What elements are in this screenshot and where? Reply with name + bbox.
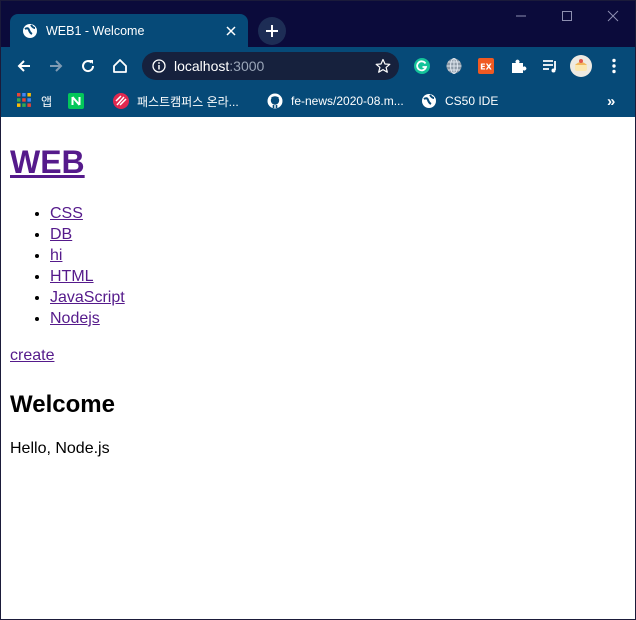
close-tab-icon[interactable] — [224, 24, 238, 38]
create-link[interactable]: create — [10, 347, 54, 365]
new-tab-button[interactable] — [258, 17, 286, 45]
list-item: DB — [50, 224, 125, 245]
ex-extension-icon[interactable]: EX — [475, 55, 497, 77]
topic-link-nodejs[interactable]: Nodejs — [50, 310, 100, 327]
topic-link-hi[interactable]: hi — [50, 247, 62, 264]
apps-grid-icon — [17, 93, 33, 109]
tab-title: WEB1 - Welcome — [46, 23, 145, 38]
home-link[interactable]: WEB — [10, 144, 85, 180]
puzzle-icon[interactable] — [507, 55, 529, 77]
arrow-right-icon — [48, 58, 64, 74]
bookmark-fastcampus[interactable]: 패스트캠퍼스 온라... — [113, 90, 239, 112]
maximize-icon — [561, 10, 573, 22]
grammarly-icon[interactable] — [411, 55, 433, 77]
list-item: HTML — [50, 266, 125, 287]
page-content: WEB CSS DB hi HTML JavaScript Nodejs cre… — [1, 117, 635, 619]
page-title: WEB — [10, 143, 85, 181]
topic-list: CSS DB hi HTML JavaScript Nodejs — [10, 203, 125, 329]
close-window-button[interactable] — [590, 1, 635, 31]
minimize-icon — [515, 10, 527, 22]
globe-extension-icon[interactable] — [443, 55, 465, 77]
bookmark-naver[interactable] — [68, 90, 92, 112]
home-button[interactable] — [106, 52, 134, 80]
more-menu-icon[interactable] — [603, 55, 625, 77]
media-control-icon[interactable] — [539, 55, 561, 77]
globe-icon — [421, 93, 437, 109]
bookmark-apps[interactable]: 앱 — [17, 90, 52, 112]
close-icon — [607, 10, 619, 22]
tab-strip: WEB1 - Welcome — [1, 1, 635, 47]
topic-link-javascript[interactable]: JavaScript — [50, 289, 125, 306]
bookmarks-overflow-button[interactable]: » — [607, 90, 615, 112]
list-item: JavaScript — [50, 287, 125, 308]
browser-window: WEB1 - Welcome localhost:3000 EX 앱 패스트캠… — [0, 0, 636, 620]
back-button[interactable] — [10, 52, 38, 80]
list-item: hi — [50, 245, 125, 266]
bookmark-fe-news[interactable]: fe-news/2020-08.m... — [267, 90, 404, 112]
bookmark-label: CS50 IDE — [445, 94, 499, 108]
plus-icon — [265, 24, 279, 38]
bookmark-label: 앱 — [41, 94, 53, 109]
naver-icon — [68, 93, 84, 109]
reload-button[interactable] — [74, 52, 102, 80]
fastcampus-icon — [113, 93, 129, 109]
topic-link-db[interactable]: DB — [50, 226, 72, 243]
section-heading: Welcome — [10, 391, 115, 418]
site-info-icon[interactable] — [152, 59, 166, 73]
minimize-button[interactable] — [498, 1, 544, 31]
home-icon — [112, 58, 128, 74]
bookmark-label: fe-news/2020-08.m... — [291, 94, 404, 108]
maximize-button[interactable] — [544, 1, 590, 31]
bookmark-label: 패스트캠퍼스 온라... — [137, 94, 239, 109]
topic-link-css[interactable]: CSS — [50, 205, 83, 222]
profile-avatar[interactable] — [570, 55, 592, 77]
reload-icon — [80, 58, 96, 74]
forward-button[interactable] — [42, 52, 70, 80]
topic-link-html[interactable]: HTML — [50, 268, 94, 285]
star-icon[interactable] — [375, 58, 391, 74]
svg-text:EX: EX — [480, 63, 492, 72]
github-icon — [267, 93, 283, 109]
browser-tab[interactable]: WEB1 - Welcome — [10, 14, 248, 47]
address-bar[interactable]: localhost:3000 — [142, 52, 399, 80]
url-port: :3000 — [229, 58, 265, 74]
list-item: Nodejs — [50, 308, 125, 329]
bookmark-cs50-ide[interactable]: CS50 IDE — [421, 90, 498, 112]
bookmarks-bar: 앱 패스트캠퍼스 온라... fe-news/2020-08.m... CS50… — [1, 85, 635, 117]
url-host: localhost — [174, 58, 230, 74]
arrow-left-icon — [16, 58, 32, 74]
body-text: Hello, Node.js — [10, 440, 110, 457]
browser-toolbar: localhost:3000 EX — [1, 47, 635, 85]
globe-icon — [22, 23, 38, 39]
list-item: CSS — [50, 203, 125, 224]
